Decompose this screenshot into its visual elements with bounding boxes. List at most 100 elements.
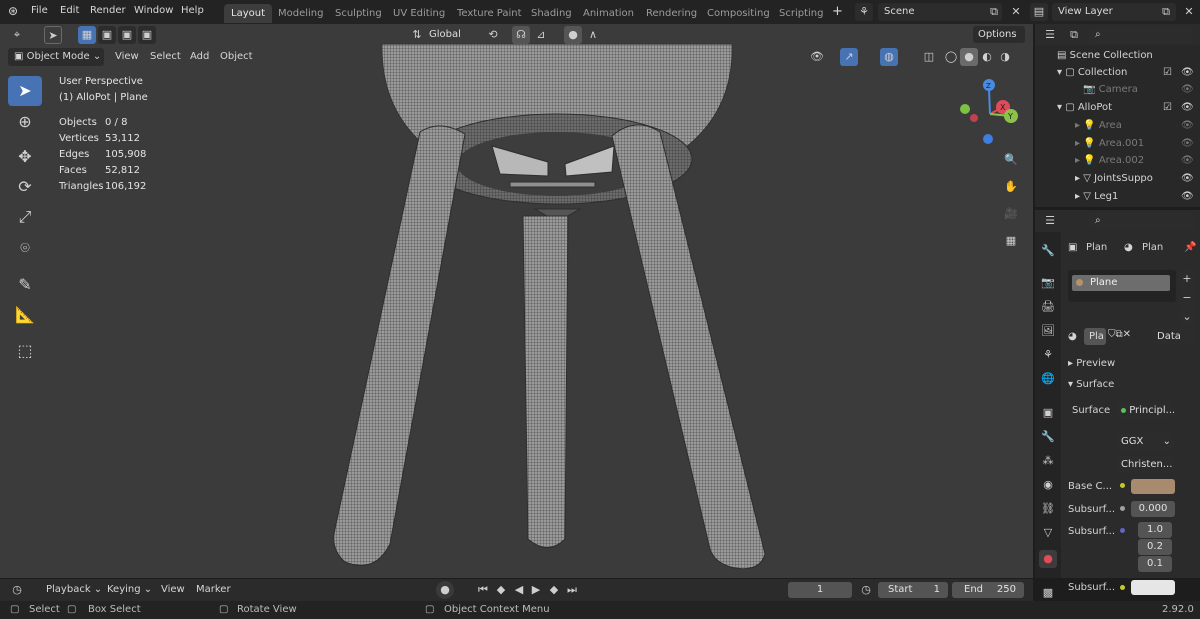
outliner-search-input[interactable]: ⌕ — [1089, 26, 1193, 44]
annotate-icon[interactable]: ✎ — [8, 270, 42, 300]
jump-end-icon[interactable]: ⏭ — [563, 581, 581, 599]
particles-tab-icon[interactable]: ⁂ — [1039, 452, 1057, 470]
tab-scripting[interactable]: Scripting — [772, 4, 830, 23]
measure-icon[interactable]: 📐 — [8, 300, 42, 330]
visibility-icon[interactable]: 👁 — [808, 48, 826, 66]
select-tool-icon[interactable]: ➤ — [44, 26, 62, 44]
pan-hand-icon[interactable]: ✋ — [1002, 178, 1020, 196]
snap-icon[interactable]: ☊ — [512, 26, 530, 44]
outliner-row[interactable]: ▸ 💡 Area.001 👁 — [1035, 135, 1200, 152]
select-mode-subtract-icon[interactable]: ▣ — [118, 26, 136, 44]
shading-wire-icon[interactable]: ◯ — [942, 48, 960, 66]
link-data-dropdown[interactable]: Data — [1152, 328, 1196, 345]
tab-layout[interactable]: Layout — [224, 4, 272, 23]
tab-modeling[interactable]: Modeling — [271, 4, 331, 23]
proportional-edit-icon[interactable]: ● — [564, 26, 582, 44]
outliner-row[interactable]: ▸ ▽ Leg1 👁 — [1035, 188, 1200, 205]
timeline-menu-playback[interactable]: Playback ⌄ — [40, 581, 108, 599]
pin-icon[interactable]: 📌 — [1184, 242, 1196, 253]
tab-compositing[interactable]: Compositing — [700, 4, 777, 23]
3d-viewport[interactable]: ⌖ ➤ ▦ ▣ ▣ ▣ ⇅ Global ⟲ ☊ ⊿ ● ∧ Options ▣… — [0, 24, 1033, 578]
outliner-row[interactable]: ▸ 💡 Area 👁 — [1035, 117, 1200, 134]
constraints-tab-icon[interactable]: ⛓ — [1039, 500, 1057, 518]
xray-icon[interactable]: ◫ — [920, 48, 938, 66]
blender-logo-icon[interactable]: ⊛ — [8, 4, 18, 18]
slot-menu-button[interactable]: ⌄ — [1178, 308, 1196, 326]
properties-search-input[interactable]: ⌕ — [1089, 212, 1195, 230]
move-icon[interactable]: ✥ — [8, 142, 42, 172]
menu-edit[interactable]: Edit — [60, 5, 79, 16]
options-dropdown[interactable]: Options — [973, 26, 1025, 43]
remove-slot-button[interactable]: − — [1178, 289, 1196, 307]
transform-icon[interactable]: ⌾ — [8, 233, 42, 263]
cursor-icon[interactable]: ⊕ — [8, 107, 42, 137]
copy-scene-icon[interactable]: ⧉ — [985, 3, 1003, 21]
outliner-row[interactable]: ▸ ▽ JointsSuppo 👁 — [1035, 170, 1200, 187]
texture-tab-icon[interactable]: ▩ — [1039, 584, 1057, 602]
mode-dropdown[interactable]: ▣ Object Mode ⌄ — [8, 48, 104, 66]
menu-file[interactable]: File — [31, 5, 48, 16]
scale-icon[interactable]: ⤢ — [8, 202, 42, 232]
add-slot-button[interactable]: + — [1178, 270, 1196, 288]
viewport-menu-add[interactable]: Add — [184, 48, 215, 66]
close-view-layer-icon[interactable]: ✕ — [1180, 3, 1198, 21]
radius-z[interactable]: 0.1 — [1138, 556, 1172, 572]
radius-y[interactable]: 0.2 — [1138, 539, 1172, 555]
pivot-icon[interactable]: ⟲ — [484, 26, 502, 44]
viewport-menu-view[interactable]: View — [109, 48, 145, 66]
copy-view-layer-icon[interactable]: ⧉ — [1157, 3, 1175, 21]
timeline-editor-icon[interactable]: ◷ — [8, 581, 26, 599]
outliner-editor-icon[interactable]: ☰ — [1041, 26, 1059, 44]
properties-editor-icon[interactable]: ☰ — [1041, 212, 1059, 230]
play-reverse-icon[interactable]: ◀ — [510, 581, 528, 599]
record-icon[interactable]: ● — [436, 581, 454, 599]
subsurface-color-swatch[interactable] — [1131, 580, 1175, 595]
select-mode-new-icon[interactable]: ▦ — [78, 26, 96, 44]
menu-render[interactable]: Render — [90, 5, 126, 16]
close-scene-icon[interactable]: ✕ — [1007, 3, 1025, 21]
outliner-row[interactable]: ▤ Scene Collection — [1035, 47, 1200, 64]
viewport-menu-object[interactable]: Object — [214, 48, 259, 66]
scene-field[interactable]: Scene — [878, 3, 1002, 21]
tab-rendering[interactable]: Rendering — [639, 4, 704, 23]
distribution-dropdown[interactable]: GGX ⌄ — [1116, 433, 1174, 450]
orientation-dropdown[interactable]: Global — [424, 26, 476, 43]
next-keyframe-icon[interactable]: ◆ — [545, 581, 563, 599]
play-icon[interactable]: ▶ — [527, 581, 545, 599]
jump-start-icon[interactable]: ⏮ — [474, 581, 492, 599]
modifier-tab-icon[interactable]: 🔧 — [1039, 428, 1057, 446]
object-tab-icon[interactable]: ▣ — [1039, 404, 1057, 422]
shading-material-icon[interactable]: ◐ — [978, 48, 996, 66]
timeline-menu-marker[interactable]: Marker — [190, 581, 237, 599]
tab-shading[interactable]: Shading — [524, 4, 579, 23]
navigation-gizmo[interactable]: X Y Z — [955, 79, 1025, 149]
display-mode-icon[interactable]: ⧉ — [1065, 26, 1083, 44]
scene-tab-icon[interactable]: ⚘ — [1039, 346, 1057, 364]
overlay-toggle-icon[interactable]: ◍ — [880, 48, 898, 66]
ortho-grid-icon[interactable]: ▦ — [1002, 232, 1020, 250]
tab-sculpting[interactable]: Sculpting — [328, 4, 389, 23]
preview-range-icon[interactable]: ◷ — [857, 581, 875, 599]
material-tab-icon[interactable]: ● — [1039, 550, 1057, 568]
render-tab-icon[interactable]: 📷 — [1039, 274, 1057, 292]
rotate-icon[interactable]: ⟳ — [8, 172, 42, 202]
shading-solid-icon[interactable]: ● — [960, 48, 978, 66]
prev-keyframe-icon[interactable]: ◆ — [492, 581, 510, 599]
menu-help[interactable]: Help — [181, 5, 204, 16]
gizmo-toggle-icon[interactable]: ↗ — [840, 48, 858, 66]
material-actions-icon[interactable]: ⛉⧉✕ — [1108, 329, 1131, 340]
shading-rendered-icon[interactable]: ◑ — [996, 48, 1014, 66]
base-color-swatch[interactable] — [1131, 479, 1175, 494]
data-tab-icon[interactable]: ▽ — [1039, 524, 1057, 542]
world-tab-icon[interactable]: 🌐 — [1039, 370, 1057, 388]
scene-icon[interactable]: ⚘ — [855, 3, 873, 21]
tab-texture-paint[interactable]: Texture Paint — [450, 4, 529, 23]
start-frame-field[interactable]: Start 1 — [878, 582, 948, 598]
add-cube-icon[interactable]: ⬚ — [8, 336, 42, 366]
outliner-row[interactable]: 📷 Camera 👁 — [1035, 81, 1200, 98]
camera-view-icon[interactable]: 🎥 — [1002, 205, 1020, 223]
select-mode-invert-icon[interactable]: ▣ — [138, 26, 156, 44]
preview-panel-header[interactable]: ▸ Preview — [1068, 358, 1115, 369]
outliner-row[interactable]: ▾ ▢ Collection ☑ 👁 — [1035, 64, 1200, 81]
surface-panel-header[interactable]: ▾ Surface — [1068, 379, 1114, 390]
